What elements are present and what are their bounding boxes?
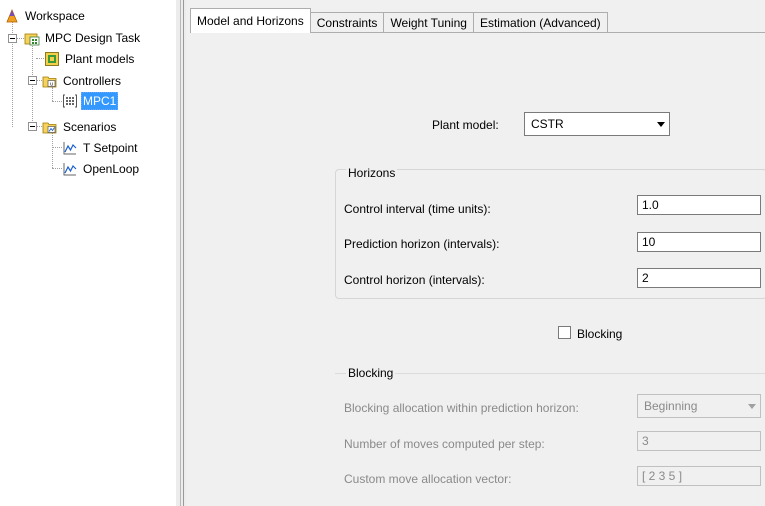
tree-node-scenarios[interactable]: Scenarios [42, 118, 118, 136]
plant-model-label: Plant model: [432, 118, 499, 132]
blocking-checkbox-label: Blocking [577, 327, 623, 341]
folder-icon: u [42, 76, 57, 88]
control-interval-input[interactable] [637, 195, 761, 215]
collapse-toggle-scenarios[interactable] [28, 122, 37, 131]
collapse-toggle-controllers[interactable] [28, 76, 37, 85]
scenario-icon [63, 163, 77, 176]
task-icon [24, 33, 40, 46]
tree-node-plant-models[interactable]: Plant models [44, 50, 136, 68]
tree-label-openloop: OpenLoop [83, 162, 140, 176]
scenario-icon [63, 142, 77, 155]
custom-move-vector-input[interactable] [637, 466, 761, 486]
tree-label-scenarios: Scenarios [63, 120, 117, 134]
moves-per-step-input[interactable] [637, 431, 761, 451]
plant-model-dropdown[interactable]: CSTR [524, 112, 670, 136]
tree-label-t-setpoint: T Setpoint [83, 141, 138, 155]
tab-model-and-horizons[interactable]: Model and Horizons [190, 8, 311, 33]
tree-label-workspace: Workspace [25, 9, 85, 23]
tree-label-task: MPC Design Task [45, 31, 141, 45]
controller-icon [63, 94, 77, 108]
tree-node-mpc1[interactable]: MPC1 [62, 92, 119, 110]
dropdown-arrow-icon [744, 395, 760, 417]
tree-label-plant-models: Plant models [65, 52, 135, 66]
pane-splitter[interactable] [176, 0, 186, 506]
tree-node-openloop[interactable]: OpenLoop [62, 160, 141, 178]
controller-settings-panel: Model and Horizons Constraints Weight Tu… [186, 0, 765, 506]
blocking-allocation-value: Beginning [644, 399, 698, 413]
tab-content-model-and-horizons: Plant model: CSTR Horizons Control inter… [190, 33, 765, 506]
tab-estimation-advanced[interactable]: Estimation (Advanced) [472, 12, 608, 33]
collapse-toggle-task[interactable] [8, 34, 17, 43]
tree-label-mpc1: MPC1 [81, 92, 119, 110]
prediction-horizon-input[interactable] [637, 232, 761, 252]
scenarios-folder-icon [42, 122, 57, 134]
tree-node-mpc-design-task[interactable]: MPC Design Task [24, 29, 142, 47]
blocking-allocation-label: Blocking allocation within prediction ho… [344, 401, 579, 415]
svg-text:u: u [50, 82, 53, 88]
horizons-group-title: Horizons [346, 166, 398, 180]
tree-node-controllers[interactable]: u Controllers [42, 72, 123, 90]
moves-per-step-label: Number of moves computed per step: [344, 437, 545, 451]
tree-node-workspace[interactable]: Workspace [4, 7, 87, 25]
blocking-allocation-dropdown[interactable]: Beginning [637, 394, 761, 418]
tab-strip: Model and Horizons Constraints Weight Tu… [190, 8, 608, 33]
tree-label-controllers: Controllers [63, 74, 122, 88]
control-interval-label: Control interval (time units): [344, 202, 491, 216]
control-horizon-input[interactable] [637, 268, 761, 288]
control-horizon-label: Control horizon (intervals): [344, 273, 485, 287]
plant-model-value: CSTR [531, 117, 564, 131]
blocking-group-divider [335, 373, 765, 374]
tree-node-t-setpoint[interactable]: T Setpoint [62, 139, 139, 157]
tab-constraints[interactable]: Constraints [309, 12, 385, 33]
tab-weight-tuning[interactable]: Weight Tuning [383, 12, 474, 33]
dropdown-arrow-icon [653, 113, 669, 135]
plant-models-icon [45, 52, 59, 66]
blocking-group-title: Blocking [346, 366, 396, 380]
project-tree[interactable]: Workspace MPC Design Task Plant models u… [0, 0, 176, 506]
workspace-icon [6, 8, 18, 23]
prediction-horizon-label: Prediction horizon (intervals): [344, 237, 500, 251]
blocking-checkbox[interactable] [558, 326, 571, 339]
custom-move-vector-label: Custom move allocation vector: [344, 472, 512, 486]
